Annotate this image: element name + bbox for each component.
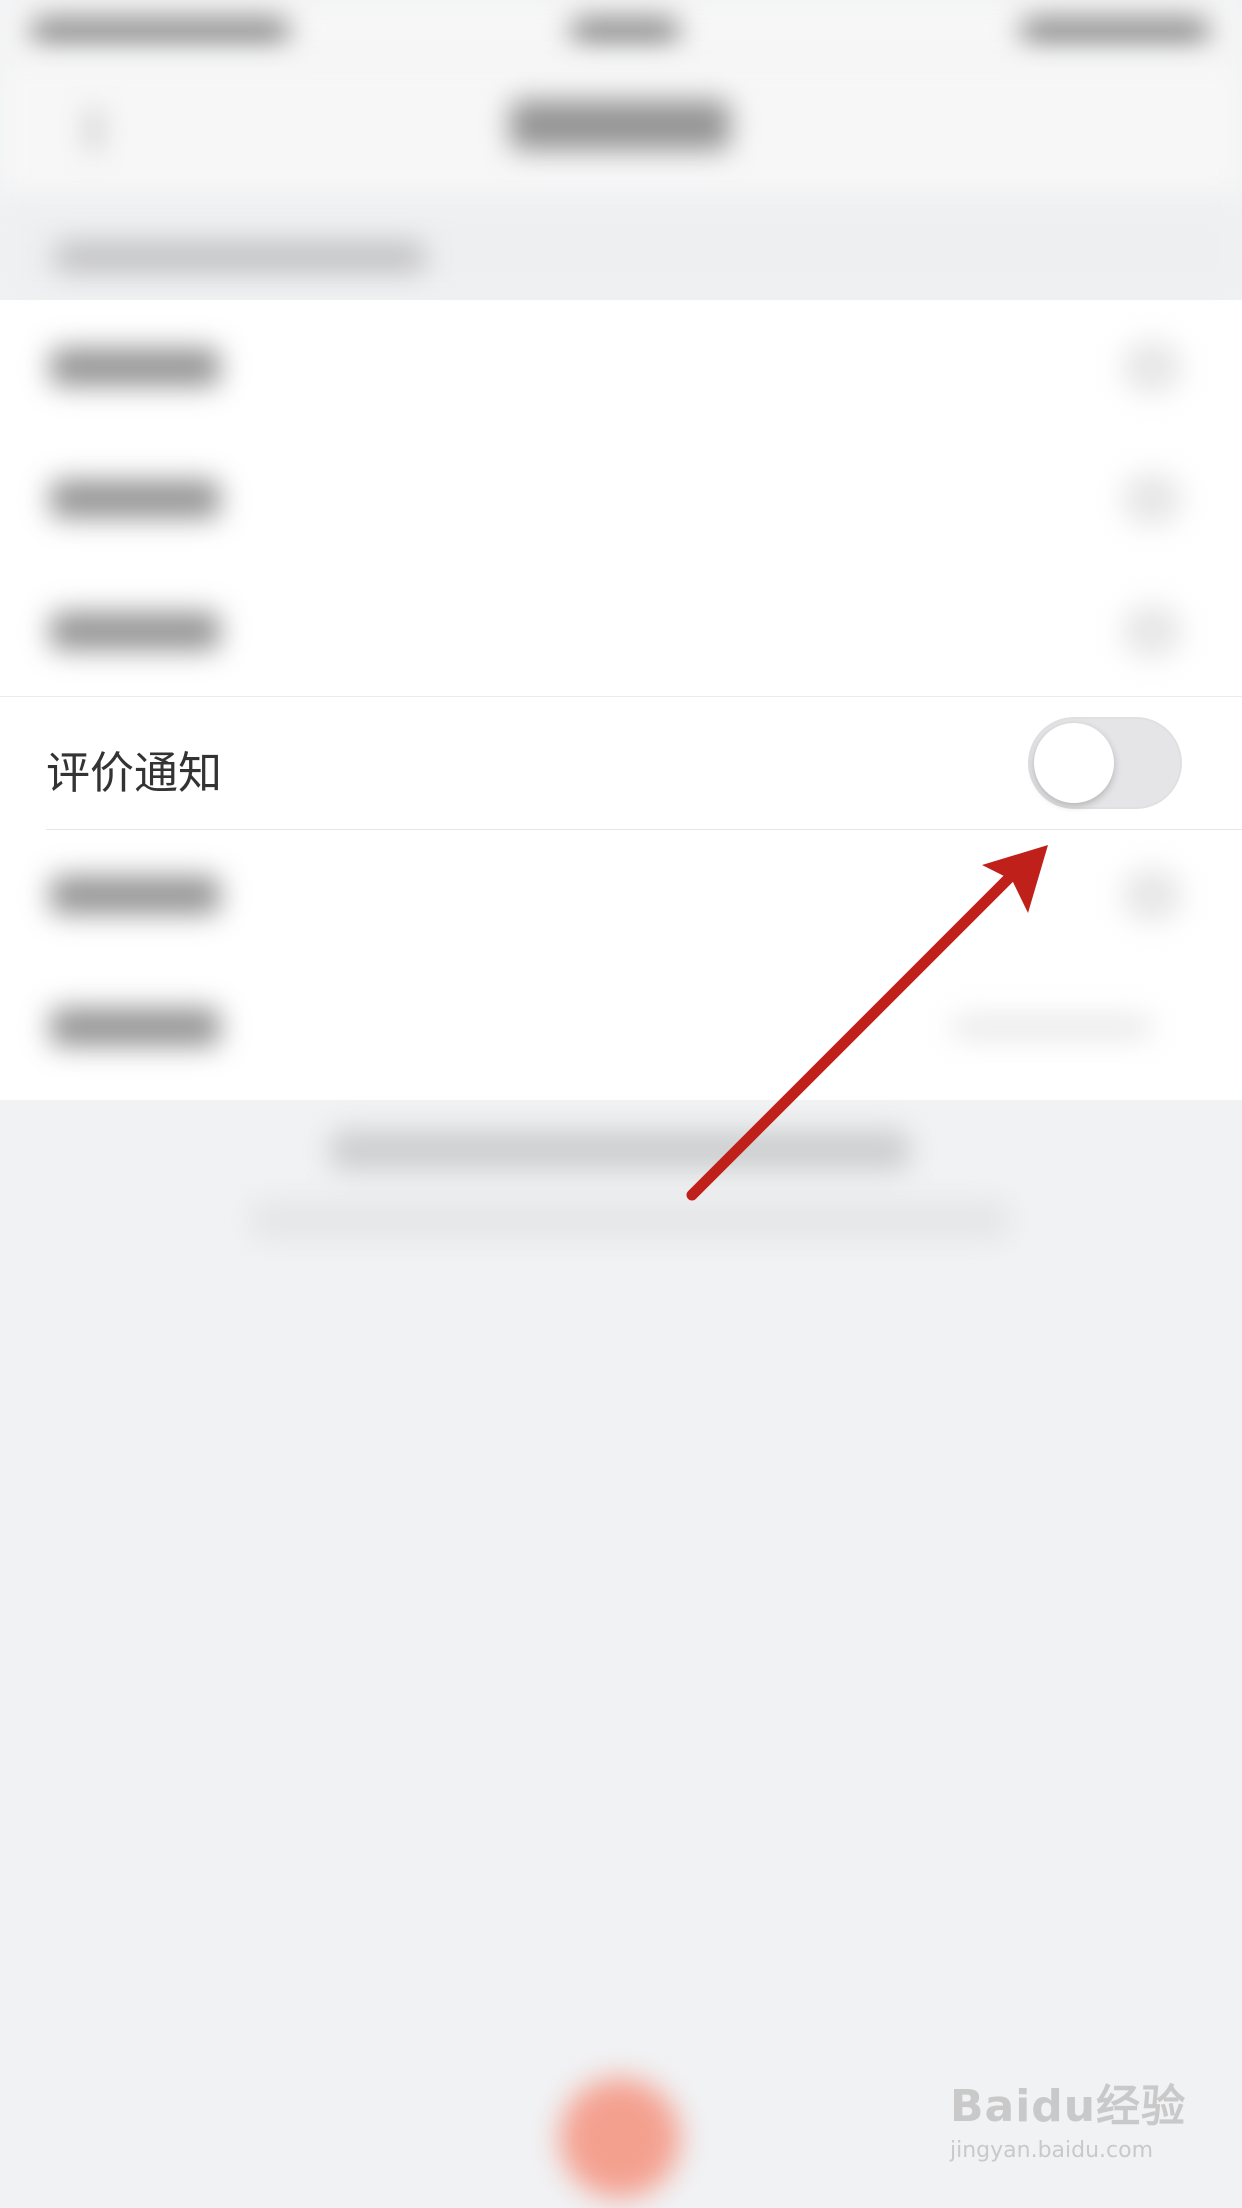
settings-row-2[interactable] — [0, 432, 1242, 564]
toggle-switch[interactable] — [1122, 604, 1182, 658]
settings-row-label — [50, 612, 220, 650]
toggle-knob — [1034, 723, 1114, 803]
watermark-logo: Baidu经验 — [950, 2081, 1187, 2132]
settings-row-label — [50, 876, 220, 914]
settings-row-value — [952, 1016, 1152, 1038]
toggle-switch[interactable] — [1122, 340, 1182, 394]
settings-row-label — [50, 348, 220, 386]
footer-note — [330, 1130, 910, 1170]
back-icon[interactable] — [90, 110, 128, 150]
settings-row-label — [50, 480, 220, 518]
review-notification-toggle[interactable] — [1028, 717, 1182, 809]
review-notification-row: 评价通知 — [0, 696, 1242, 830]
watermark-url: jingyan.baidu.com — [950, 2138, 1154, 2163]
settings-row-label — [50, 1008, 220, 1046]
section-header-text — [55, 242, 425, 272]
watermark: Baidu经验 jingyan.baidu.com — [950, 2070, 1186, 2163]
status-bar-carrier — [30, 18, 290, 44]
footer-note-secondary — [250, 1200, 1010, 1240]
page-title — [510, 100, 730, 150]
settings-row-5[interactable] — [0, 828, 1242, 960]
settings-row-1[interactable] — [0, 300, 1242, 432]
settings-row-3[interactable] — [0, 564, 1242, 696]
row-divider — [46, 829, 1242, 830]
floating-action-button[interactable] — [560, 2078, 680, 2198]
section-header — [0, 200, 1242, 300]
settings-row-6[interactable] — [0, 960, 1242, 1092]
toggle-switch[interactable] — [1122, 472, 1182, 526]
status-bar — [0, 0, 1242, 60]
review-notification-label: 评价通知 — [46, 748, 222, 799]
status-bar-battery — [1020, 18, 1210, 44]
toggle-switch[interactable] — [1122, 868, 1182, 922]
status-bar-time — [570, 18, 680, 44]
nav-bar — [0, 60, 1242, 200]
